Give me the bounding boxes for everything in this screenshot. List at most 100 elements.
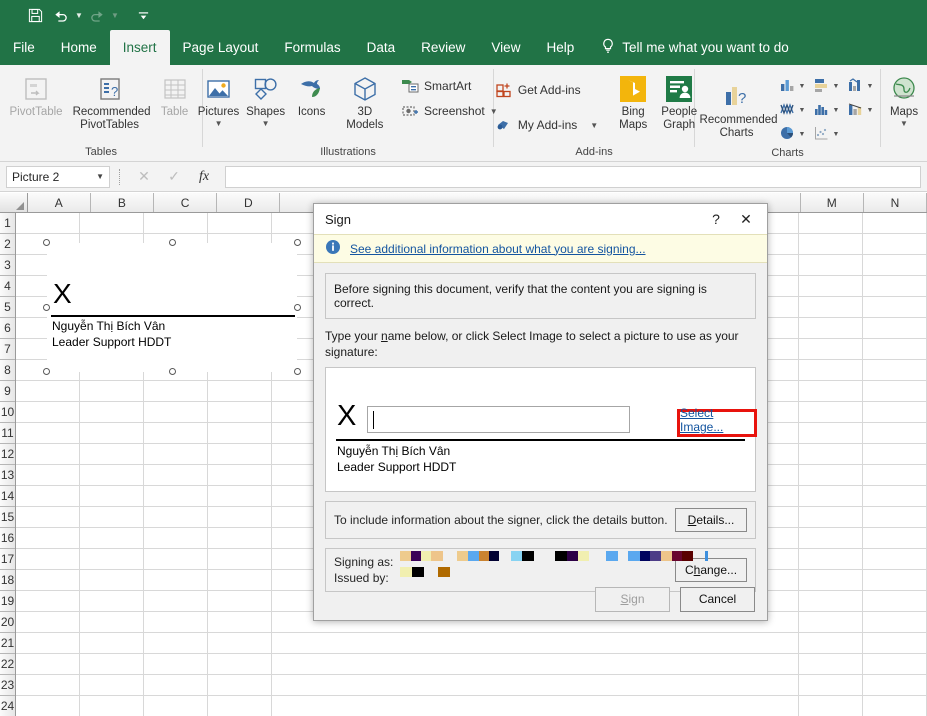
pie-chart-dropdown-icon[interactable]: ▼ <box>799 131 806 138</box>
shapes-button[interactable]: Shapes ▼ <box>243 70 289 130</box>
grid-cell[interactable] <box>863 528 927 549</box>
row-header-12[interactable]: 12 <box>0 444 15 465</box>
row-header-22[interactable]: 22 <box>0 654 15 675</box>
tab-view[interactable]: View <box>478 30 533 65</box>
grid-cell[interactable] <box>208 549 272 570</box>
select-all-corner[interactable] <box>0 193 28 212</box>
customize-qat-icon[interactable] <box>130 3 156 27</box>
grid-cell[interactable] <box>80 444 144 465</box>
formula-input[interactable] <box>225 166 921 188</box>
tab-data[interactable]: Data <box>354 30 409 65</box>
stock-chart-button[interactable]: ▼ <box>779 101 813 120</box>
grid-cell[interactable] <box>16 612 80 633</box>
row-header-3[interactable]: 3 <box>0 255 15 276</box>
grid-cell[interactable] <box>863 339 927 360</box>
pie-chart-button[interactable]: ▼ <box>779 125 813 144</box>
row-header-15[interactable]: 15 <box>0 507 15 528</box>
grid-cell[interactable] <box>799 570 863 591</box>
grid-cell[interactable] <box>208 654 272 675</box>
grid-cell[interactable] <box>799 318 863 339</box>
grid-cell[interactable] <box>799 360 863 381</box>
grid-cell[interactable] <box>863 654 927 675</box>
tab-insert[interactable]: Insert <box>110 30 170 65</box>
row-header-7[interactable]: 7 <box>0 339 15 360</box>
grid-cell[interactable] <box>80 570 144 591</box>
signature-line-object[interactable]: X Nguyễn Thị Bích Vân Leader Support HDD… <box>47 243 297 372</box>
grid-cell[interactable] <box>799 528 863 549</box>
grid-cell[interactable] <box>799 255 863 276</box>
undo-dropdown-icon[interactable]: ▼ <box>74 11 84 20</box>
grid-cell[interactable] <box>208 423 272 444</box>
get-addins-button[interactable]: Get Add-ins <box>492 79 602 101</box>
grid-cell[interactable] <box>863 633 927 654</box>
help-button[interactable]: ? <box>701 206 731 232</box>
grid-cell[interactable] <box>863 486 927 507</box>
row-header-4[interactable]: 4 <box>0 276 15 297</box>
grid-cell[interactable] <box>863 360 927 381</box>
grid-cell[interactable] <box>863 402 927 423</box>
grid-cell[interactable] <box>144 612 208 633</box>
column-header-c[interactable]: C <box>154 193 217 212</box>
row-header-18[interactable]: 18 <box>0 570 15 591</box>
resize-handle-nw[interactable] <box>43 239 50 246</box>
grid-cell[interactable] <box>799 444 863 465</box>
grid-cell[interactable] <box>144 675 208 696</box>
grid-cell[interactable] <box>80 591 144 612</box>
grid-cell[interactable] <box>144 444 208 465</box>
grid-cell[interactable] <box>272 633 799 654</box>
row-header-13[interactable]: 13 <box>0 465 15 486</box>
grid-cell[interactable] <box>272 696 799 716</box>
grid-cell[interactable] <box>208 696 272 716</box>
grid-cell[interactable] <box>272 654 799 675</box>
grid-cell[interactable] <box>144 591 208 612</box>
grid-cell[interactable] <box>16 465 80 486</box>
tab-formulas[interactable]: Formulas <box>271 30 353 65</box>
row-header-9[interactable]: 9 <box>0 381 15 402</box>
column-header-a[interactable]: A <box>28 193 91 212</box>
grid-cell[interactable] <box>144 633 208 654</box>
grid-cell[interactable] <box>144 549 208 570</box>
waterfall-chart-dropdown-icon[interactable]: ▼ <box>867 107 874 114</box>
histogram-chart-button[interactable]: ▼ <box>813 101 847 120</box>
scatter-chart-button[interactable]: ▼ <box>813 125 847 144</box>
grid-cell[interactable] <box>863 234 927 255</box>
grid-cell[interactable] <box>799 402 863 423</box>
pictures-dropdown-icon[interactable]: ▼ <box>215 120 223 128</box>
grid-cell[interactable] <box>144 402 208 423</box>
grid-cell[interactable] <box>863 675 927 696</box>
grid-cell[interactable] <box>208 486 272 507</box>
line-chart-dropdown-icon[interactable]: ▼ <box>867 83 874 90</box>
grid-cell[interactable] <box>799 549 863 570</box>
pictures-button[interactable]: Pictures ▼ <box>194 70 242 130</box>
grid-cell[interactable] <box>799 465 863 486</box>
grid-cell[interactable] <box>16 423 80 444</box>
grid-cell[interactable] <box>16 381 80 402</box>
grid-cell[interactable] <box>208 381 272 402</box>
grid-cell[interactable] <box>208 591 272 612</box>
tab-file[interactable]: File <box>0 30 48 65</box>
row-header-2[interactable]: 2 <box>0 234 15 255</box>
grid-cell[interactable] <box>799 633 863 654</box>
grid-cell[interactable] <box>80 549 144 570</box>
enter-icon[interactable]: ✓ <box>159 166 189 188</box>
grid-cell[interactable] <box>863 612 927 633</box>
row-header-11[interactable]: 11 <box>0 423 15 444</box>
row-header-10[interactable]: 10 <box>0 402 15 423</box>
grid-cell[interactable] <box>799 696 863 716</box>
tab-help[interactable]: Help <box>533 30 587 65</box>
tab-review[interactable]: Review <box>408 30 478 65</box>
grid-cell[interactable] <box>799 591 863 612</box>
grid-cell[interactable] <box>16 633 80 654</box>
row-header-6[interactable]: 6 <box>0 318 15 339</box>
grid-cell[interactable] <box>799 654 863 675</box>
tab-home[interactable]: Home <box>48 30 110 65</box>
resize-handle-ne[interactable] <box>294 239 301 246</box>
signature-name-input[interactable] <box>367 406 630 433</box>
grid-cell[interactable] <box>144 528 208 549</box>
grid-cell[interactable] <box>16 675 80 696</box>
select-image-link[interactable]: Select Image... <box>680 406 754 434</box>
grid-cell[interactable] <box>863 507 927 528</box>
grid-cell[interactable] <box>863 255 927 276</box>
table-button[interactable]: Table <box>152 70 198 121</box>
grid-cell[interactable] <box>144 486 208 507</box>
